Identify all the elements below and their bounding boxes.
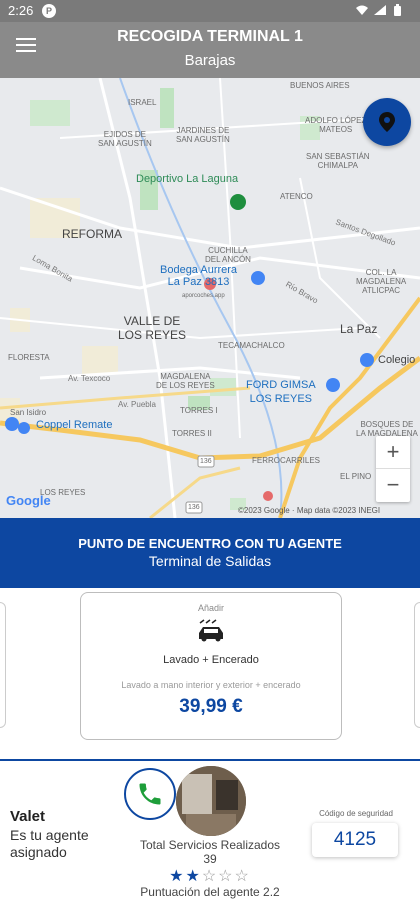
app-header: RECOGIDA TERMINAL 1 Barajas [0, 22, 420, 78]
service-description: Lavado a mano interior y exterior + ence… [121, 680, 301, 690]
locate-button[interactable] [363, 98, 411, 146]
add-label: Añadir [197, 603, 224, 613]
map-label-text: VALLE DE LOS REYES [118, 314, 187, 342]
map-label-av-texcoco: Av. Texcoco [68, 374, 111, 383]
map-label-text: EJIDOS DE SAN AGUSTÍN [98, 130, 152, 148]
map-label-text: COL. LA MAGDALENA ATLICPAC [356, 268, 407, 295]
map-label-text: FORD GIMSA LOS REYES [246, 379, 316, 405]
map-label-san-isidro: San Isidro [10, 408, 47, 417]
map-label-ejidos: EJIDOS DE SAN AGUSTÍN [98, 130, 152, 148]
map-label-text: MAGDALENA DE LOS REYES [156, 372, 215, 390]
map-label-valle-reyes: VALLE DE LOS REYES [118, 314, 186, 342]
map-label-israel: ISRAEL [128, 98, 157, 107]
map-view[interactable]: ISRAEL BUENOS AIRES ADOLFO LÓPEZ MATEOS … [0, 78, 420, 518]
map-label-reforma: REFORMA [62, 227, 122, 241]
map-label-ferrocarriles: FERROCARRILES [252, 456, 321, 465]
map-label-jardines: JARDINES DE SAN AGUSTÍN [176, 126, 230, 144]
wifi-signal-battery-icon [356, 4, 401, 16]
zoom-in-button[interactable]: + [376, 436, 410, 469]
map-label-text: Bodega Aurrera La Paz 3813 [160, 264, 238, 288]
star-filled-icon: ★ [185, 868, 202, 885]
map-label-text: JARDINES DE SAN AGUSTÍN [176, 126, 230, 144]
meeting-point-banner: PUNTO DE ENCUENTRO CON TU AGENTE Termina… [0, 518, 420, 588]
map-label-la-paz: La Paz [340, 322, 378, 336]
service-card[interactable]: Añadir Lavado + Encerado Lavado a mano i… [80, 592, 342, 740]
map-label-buenos-aires: BUENOS AIRES [290, 81, 350, 90]
star-filled-icon: ★ [169, 868, 186, 885]
map-label-cuchilla: CUCHILLA DEL ANCÓN [205, 246, 251, 264]
map-label-torres-ii: TORRES II [172, 429, 212, 438]
map-label-atenco: ATENCO [280, 192, 313, 201]
map-label-text: CUCHILLA DEL ANCÓN [205, 246, 251, 264]
status-bar: 2:26 P [0, 0, 420, 22]
status-icons [354, 3, 414, 20]
map-pin-icon [379, 112, 395, 132]
map-label-adolfo-lopez: ADOLFO LÓPEZ MATEOS [305, 116, 366, 134]
agent-rating-label: Puntuación del agente 2.2 [140, 885, 280, 899]
map-label-floresta: FLORESTA [8, 353, 50, 362]
service-name: Lavado + Encerado [163, 654, 259, 666]
map-label-magdalena-reyes: MAGDALENA DE LOS REYES [156, 372, 215, 390]
section-divider [0, 759, 420, 761]
service-card-next[interactable] [414, 602, 420, 728]
status-time: 2:26 [8, 3, 34, 18]
highway-shield-label: 136 [188, 504, 200, 511]
highway-shield-label: 136 [200, 458, 212, 465]
map-label-text: ADOLFO LÓPEZ MATEOS [305, 116, 367, 134]
services-total-label: Total Servicios Realizados [139, 838, 281, 852]
map-label-coppel[interactable]: Coppel Remate [36, 420, 112, 431]
phone-icon [139, 783, 161, 805]
notification-icon: P [42, 4, 56, 18]
meeting-point-title: PUNTO DE ENCUENTRO CON TU AGENTE [78, 536, 342, 551]
screen: 2:26 P RECOGIDA TERMINAL 1 Barajas ISRAE… [0, 0, 420, 900]
agent-role: Valet [10, 808, 46, 825]
map-attribution[interactable]: ©2023 Google · Map data ©2023 INEGI [238, 506, 380, 515]
map-label-deportivo[interactable]: Deportivo La Laguna [136, 174, 238, 185]
services-total-count: 39 [203, 852, 217, 866]
map-label-colegio: Colegio [378, 354, 416, 366]
map-label-col-magdalena: COL. LA MAGDALENA ATLICPAC [356, 268, 406, 295]
map-label-av-puebla: Av. Puebla [118, 400, 156, 409]
page-title: RECOGIDA TERMINAL 1 [117, 28, 303, 45]
meeting-point-location: Terminal de Salidas [148, 553, 272, 569]
zoom-out-button[interactable]: − [376, 469, 410, 502]
security-code: 4125 [312, 823, 398, 857]
agent-description: Es tu agente asignado [10, 827, 89, 860]
map-label-torres-i: TORRES I [180, 406, 218, 415]
star-empty-icon: ☆ [218, 868, 235, 885]
service-price: 39,99 € [179, 696, 243, 717]
map-label-bodega[interactable]: Bodega Aurrera La Paz 3813 [160, 264, 237, 288]
map-label-san-sebastian: SAN SEBASTIÁN CHIMALPA [306, 152, 370, 170]
map-label-aporcoches: aporcoches.app [182, 293, 225, 299]
security-code-label: Código de seguridad [319, 809, 393, 818]
agent-rating-stars: ★★☆☆☆ [120, 866, 300, 886]
service-card-previous[interactable] [0, 602, 6, 728]
zoom-controls: + − [376, 436, 410, 502]
google-logo: Google [6, 493, 51, 508]
star-empty-icon: ☆ [201, 868, 219, 885]
map-label-ford[interactable]: FORD GIMSA LOS REYES [246, 378, 316, 406]
map-label-text: SAN SEBASTIÁN CHIMALPA [306, 152, 370, 170]
call-agent-button[interactable] [124, 768, 176, 820]
map-label-tecamachalco: TECAMACHALCO [218, 341, 285, 350]
page-subtitle: Barajas [184, 52, 236, 69]
map-label-el-pino: EL PINO [340, 472, 372, 481]
agent-avatar [176, 766, 246, 836]
agent-photo-image [176, 766, 246, 836]
star-empty-icon: ☆ [234, 868, 251, 885]
car-wash-icon [199, 619, 223, 642]
